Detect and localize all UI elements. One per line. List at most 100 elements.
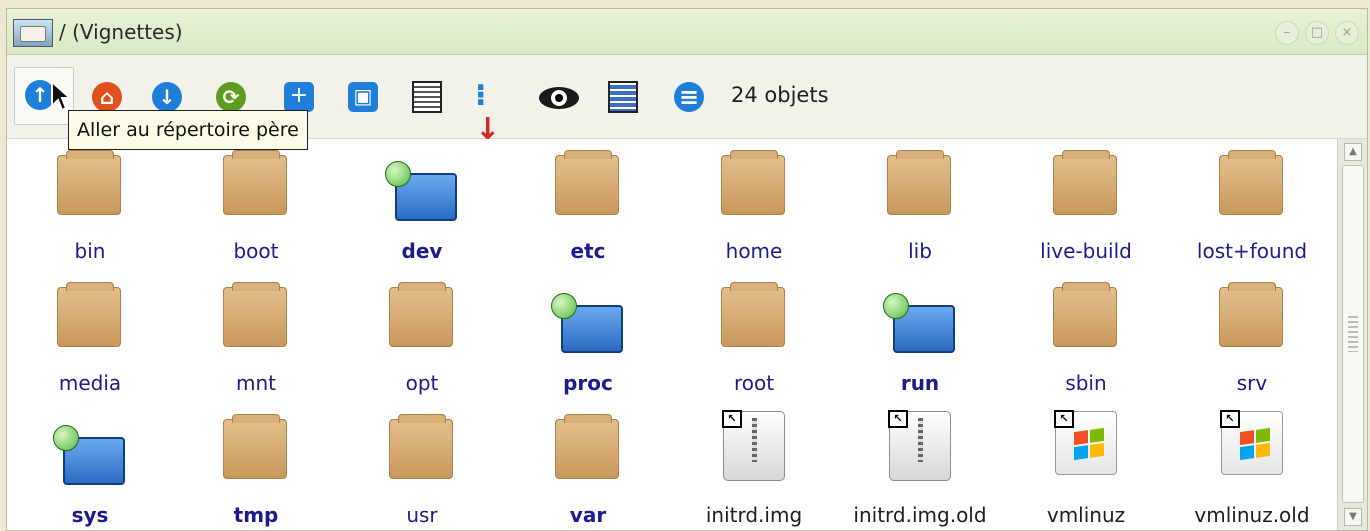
app-icon <box>13 19 53 47</box>
windows-flag-icon <box>1240 427 1270 461</box>
windows-logo-file-icon: ↖ <box>1220 410 1283 475</box>
symlink-badge-icon: ↖ <box>1220 410 1240 428</box>
folder-icon <box>721 150 785 215</box>
file-item-label: mnt <box>236 371 276 395</box>
file-item[interactable]: sbin <box>1003 279 1169 409</box>
show-hidden-button[interactable] <box>539 79 583 115</box>
file-item-label: root <box>733 371 775 395</box>
columns-icon <box>608 81 638 113</box>
file-item[interactable]: sys <box>7 411 173 531</box>
window-title: / (Vignettes) <box>59 20 183 44</box>
file-manager-window: / (Vignettes) – □ × ↑ ⌂ ↓ ⟳ + ▣ ⁝↓ ≡ 24 … <box>6 8 1368 531</box>
file-item-label: home <box>725 239 783 263</box>
folder-icon <box>555 414 619 479</box>
folder-icon <box>57 282 121 347</box>
file-item-label: srv <box>1236 371 1268 395</box>
file-item[interactable]: opt <box>339 279 505 409</box>
symlink-badge-icon: ↖ <box>888 410 908 428</box>
file-item-label: dev <box>401 239 443 263</box>
file-item-label: vmlinuz.old <box>1194 503 1310 527</box>
windows-flag-icon <box>1074 427 1104 461</box>
file-item[interactable]: media <box>7 279 173 409</box>
item-count: 24 objets <box>731 83 829 107</box>
file-item[interactable]: var <box>505 411 671 531</box>
close-button[interactable]: × <box>1335 21 1359 45</box>
folder-icon <box>1219 150 1283 215</box>
file-item[interactable]: srv <box>1169 279 1335 409</box>
file-item[interactable]: lib <box>837 147 1003 277</box>
file-item-label: run <box>900 371 940 395</box>
file-item-label: media <box>58 371 122 395</box>
file-item[interactable]: boot <box>173 147 339 277</box>
folder-icon <box>1053 150 1117 215</box>
symlink-badge-icon: ↖ <box>1054 410 1074 428</box>
file-item[interactable]: ↖ vmlinuz.old <box>1169 410 1335 531</box>
file-item-label: lost+found <box>1196 239 1308 263</box>
file-item-label: sys <box>71 503 109 527</box>
file-item-label: boot <box>233 239 279 263</box>
file-item[interactable]: mnt <box>173 279 339 409</box>
file-item-label: opt <box>405 371 439 395</box>
folder-icon <box>555 150 619 215</box>
folder-icon <box>57 150 121 215</box>
file-item-label: proc <box>563 371 613 395</box>
file-item[interactable]: dev <box>339 147 505 277</box>
compact-view-button[interactable] <box>605 79 641 115</box>
select-icon: ▣ <box>348 82 378 112</box>
menu-icon: ≡ <box>674 82 704 112</box>
sort-button[interactable]: ⁝↓ <box>475 79 511 147</box>
folder-icon <box>389 414 453 479</box>
minimize-button[interactable]: – <box>1275 21 1299 45</box>
scroll-up-button[interactable]: ▲ <box>1344 143 1362 161</box>
file-item[interactable]: ↖ initrd.img <box>671 410 837 531</box>
file-item[interactable]: run <box>837 279 1003 409</box>
file-item[interactable]: etc <box>505 147 671 277</box>
file-item[interactable]: bin <box>7 147 173 277</box>
file-item[interactable]: tmp <box>173 411 339 531</box>
mounted-folder-icon <box>385 161 457 221</box>
windows-logo-file-icon: ↖ <box>1054 410 1117 475</box>
file-item[interactable]: home <box>671 147 837 277</box>
file-item-label: tmp <box>233 503 279 527</box>
details-view-button[interactable] <box>409 79 445 115</box>
file-item[interactable]: live-build <box>1003 147 1169 277</box>
file-item-label: var <box>569 503 607 527</box>
mouse-pointer-icon <box>51 80 72 112</box>
folder-icon <box>223 150 287 215</box>
list-icon <box>412 81 442 113</box>
archive-file-icon: ↖ <box>722 410 785 481</box>
home-icon: ⌂ <box>92 82 122 112</box>
add-icon: + <box>284 82 314 112</box>
symlink-badge-icon: ↖ <box>722 410 742 428</box>
folder-icon <box>223 282 287 347</box>
folder-icon <box>1053 282 1117 347</box>
eye-icon <box>539 87 579 109</box>
scroll-thumb[interactable] <box>1342 165 1364 503</box>
file-item[interactable]: root <box>671 279 837 409</box>
select-all-button[interactable]: ▣ <box>345 79 381 115</box>
scroll-grip <box>1348 316 1358 352</box>
file-item-label: etc <box>570 239 606 263</box>
file-grid[interactable]: bin boot dev etc home lib live-build lost+found… <box>7 139 1337 530</box>
refresh-icon: ⟳ <box>216 82 246 112</box>
file-item[interactable]: ↖ vmlinuz <box>1003 410 1169 531</box>
vertical-scrollbar[interactable]: ▲ ▼ <box>1337 139 1367 530</box>
maximize-button[interactable]: □ <box>1305 21 1329 45</box>
title-bar[interactable]: / (Vignettes) – □ × <box>7 9 1367 55</box>
file-item-label: sbin <box>1065 371 1107 395</box>
folder-icon <box>887 150 951 215</box>
file-item-label: initrd.img <box>705 503 803 527</box>
tooltip: Aller au répertoire père <box>68 110 308 150</box>
mounted-folder-icon <box>883 293 955 353</box>
file-item[interactable]: usr <box>339 411 505 531</box>
scroll-down-button[interactable]: ▼ <box>1344 508 1362 526</box>
file-item[interactable]: proc <box>505 279 671 409</box>
file-item[interactable]: ↖ initrd.img.old <box>837 410 1003 531</box>
file-item[interactable]: lost+found <box>1169 147 1335 277</box>
sort-icon: ⁝↓ <box>475 78 501 147</box>
file-item-label: usr <box>406 503 438 527</box>
file-item-label: vmlinuz <box>1046 503 1126 527</box>
menu-button[interactable]: ≡ <box>671 79 707 115</box>
folder-icon <box>223 414 287 479</box>
folder-icon <box>1219 282 1283 347</box>
